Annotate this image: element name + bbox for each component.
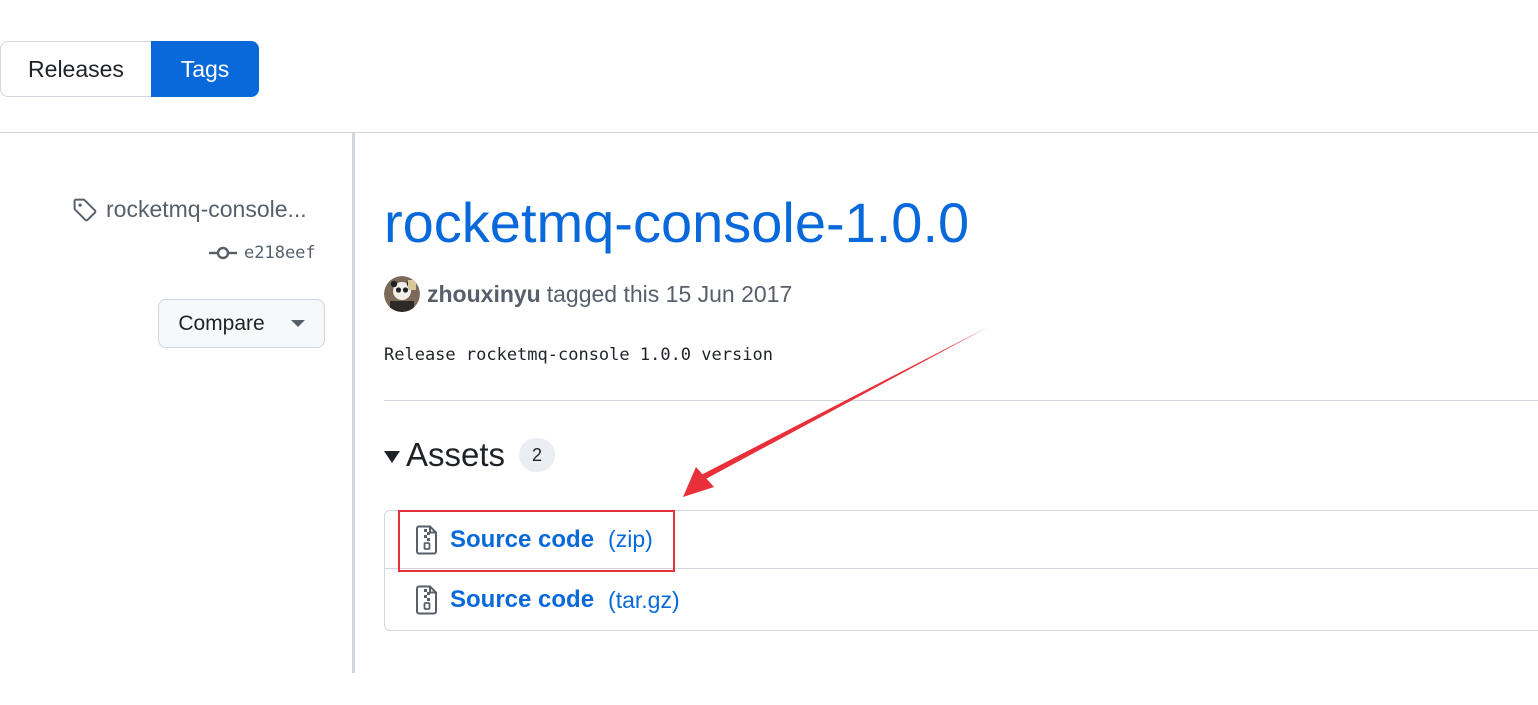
sidebar-tag-name: rocketmq-console... bbox=[106, 196, 307, 222]
tab-releases[interactable]: Releases bbox=[0, 41, 151, 97]
assets-list: Source code (zip) Source code (tar.gz) bbox=[384, 510, 1538, 631]
chevron-down-icon bbox=[290, 320, 305, 327]
sidebar-tag-link[interactable]: rocketmq-console... bbox=[72, 196, 307, 223]
asset-format[interactable]: (tar.gz) bbox=[608, 587, 680, 614]
file-zip-icon bbox=[416, 525, 437, 554]
avatar[interactable] bbox=[384, 276, 420, 312]
header-divider bbox=[0, 132, 1538, 133]
assets-toggle[interactable]: Assets 2 bbox=[384, 436, 556, 474]
triangle-down-icon bbox=[384, 451, 400, 463]
release-title[interactable]: rocketmq-console-1.0.0 bbox=[384, 190, 969, 256]
commit-icon bbox=[209, 246, 237, 260]
author-name[interactable]: zhouxinyu bbox=[427, 281, 541, 308]
assets-title: Assets bbox=[406, 436, 506, 473]
tagged-date: tagged this 15 Jun 2017 bbox=[546, 280, 793, 307]
source-code-targz-link[interactable]: Source code bbox=[450, 586, 594, 614]
commit-sha: e218eef bbox=[244, 243, 316, 263]
compare-label: Compare bbox=[178, 311, 265, 335]
compare-button[interactable]: Compare bbox=[158, 299, 325, 348]
assets-count-badge: 2 bbox=[519, 438, 556, 472]
release-notes: Release rocketmq-console 1.0.0 version bbox=[384, 345, 773, 365]
source-code-zip-link[interactable]: Source code bbox=[450, 526, 594, 554]
list-item: Source code (tar.gz) bbox=[385, 571, 1538, 629]
releases-tags-switcher: Releases Tags bbox=[0, 41, 259, 97]
file-zip-icon bbox=[416, 585, 437, 615]
timeline-line bbox=[352, 133, 355, 673]
release-byline: zhouxinyu tagged this 15 Jun 2017 bbox=[384, 276, 792, 312]
asset-format[interactable]: (zip) bbox=[608, 526, 653, 553]
tab-tags[interactable]: Tags bbox=[151, 41, 259, 97]
list-item: Source code (zip) bbox=[385, 511, 1538, 569]
tag-icon bbox=[73, 198, 97, 221]
body-divider bbox=[384, 400, 1538, 401]
sidebar-commit-link[interactable]: e218eef bbox=[208, 243, 316, 263]
